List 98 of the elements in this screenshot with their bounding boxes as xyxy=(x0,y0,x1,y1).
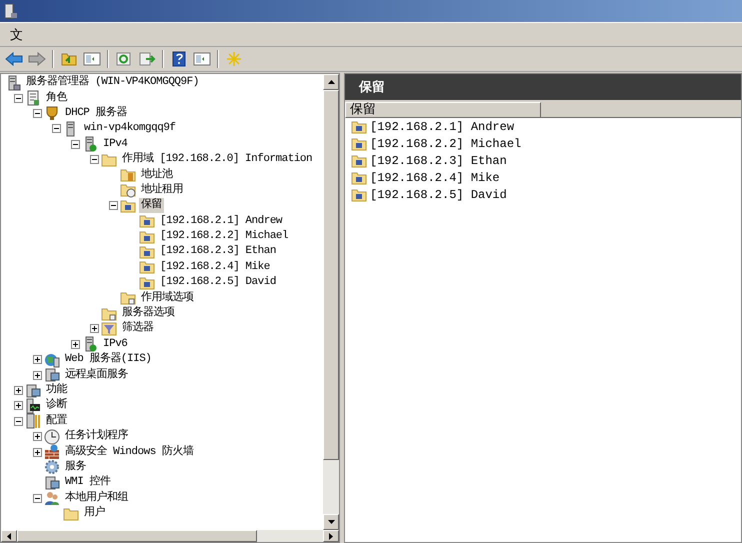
collapse-toggle[interactable] xyxy=(33,108,42,118)
menu-item[interactable]: 文 xyxy=(6,26,27,44)
tree-item[interactable]: [192.168.2.4] Mike xyxy=(158,260,272,275)
tree-item[interactable]: 服务器管理器 (WIN-VP4KOMGQQ9F) xyxy=(24,75,201,90)
collapse-toggle[interactable] xyxy=(109,201,118,210)
gear-icon xyxy=(44,459,60,476)
folder-icon xyxy=(139,259,155,276)
tree-item[interactable]: 作用域选项 xyxy=(139,290,196,306)
expand-toggle[interactable] xyxy=(14,401,23,410)
tree-item[interactable]: IPv4 xyxy=(101,136,130,152)
tree-item[interactable]: win-vp4komgqq9f xyxy=(82,121,178,136)
tree-item[interactable]: [192.168.2.5] David xyxy=(158,275,278,290)
vertical-scrollbar[interactable] xyxy=(323,74,339,530)
list-item[interactable]: [192.168.2.3] Ethan xyxy=(370,154,507,168)
list-item[interactable]: [192.168.2.4] Mike xyxy=(370,170,500,184)
folder-icon xyxy=(351,170,367,186)
forward-arrow-icon xyxy=(28,51,46,67)
folder-up-icon xyxy=(60,51,78,67)
tree-item[interactable]: 角色 xyxy=(44,90,69,106)
tree-item[interactable]: 高级安全 Windows 防火墙 xyxy=(63,444,196,460)
up-arrow-icon[interactable] xyxy=(328,80,334,84)
expand-toggle[interactable] xyxy=(33,448,42,457)
down-arrow-icon[interactable] xyxy=(328,520,334,524)
collapse-toggle[interactable] xyxy=(33,494,42,503)
globe-icon xyxy=(44,352,60,368)
folder-icon xyxy=(139,244,155,260)
tree-item[interactable]: 功能 xyxy=(44,383,69,398)
list-item[interactable]: [192.168.2.1] Andrew xyxy=(370,120,514,134)
folder-icon xyxy=(139,228,155,245)
pane-title: 保留 xyxy=(359,79,385,96)
right-arrow-icon[interactable] xyxy=(329,532,333,540)
tree-item[interactable]: 保留 xyxy=(139,198,164,214)
expand-toggle[interactable] xyxy=(33,370,42,380)
tree-item[interactable]: DHCP 服务器 xyxy=(63,106,130,121)
back-arrow-icon xyxy=(5,51,23,67)
folder-icon xyxy=(63,506,79,522)
horizontal-scrollbar[interactable] xyxy=(1,530,339,542)
tree-item[interactable]: 地址池 xyxy=(139,168,174,183)
folder-icon xyxy=(351,152,367,168)
tree-item[interactable]: 远程桌面服务 xyxy=(63,368,130,383)
tree-item[interactable]: 服务器选项 xyxy=(120,306,176,322)
expand-toggle[interactable] xyxy=(33,432,42,442)
folder-icon xyxy=(101,152,117,168)
help-icon xyxy=(170,51,188,67)
tree-item[interactable]: 配置 xyxy=(44,414,69,429)
folder-icon xyxy=(120,290,136,306)
folder-icon xyxy=(139,274,155,291)
tree-item[interactable]: 本地用户和组 xyxy=(63,490,130,506)
expand-toggle[interactable] xyxy=(33,355,42,364)
tree-item[interactable]: 用户 xyxy=(82,506,107,522)
computer-icon xyxy=(25,382,41,399)
refresh-icon xyxy=(115,51,133,67)
expand-toggle[interactable] xyxy=(90,324,99,334)
folder-icon xyxy=(139,213,155,230)
collapse-toggle[interactable] xyxy=(14,94,23,103)
list-item[interactable]: [192.168.2.2] Michael xyxy=(370,136,522,150)
tree-item[interactable]: 筛选器 xyxy=(120,321,156,336)
collapse-toggle[interactable] xyxy=(90,155,99,164)
list-item[interactable]: [192.168.2.5] David xyxy=(370,188,507,202)
sparkle-icon xyxy=(225,51,243,67)
collapse-toggle[interactable] xyxy=(71,140,80,149)
folder-icon xyxy=(120,167,136,184)
expand-toggle[interactable] xyxy=(71,340,80,349)
tree-item[interactable]: 地址租用 xyxy=(139,182,185,198)
folder-icon xyxy=(351,118,367,134)
toolbar-button[interactable] xyxy=(3,49,25,69)
server-icon xyxy=(3,3,17,19)
folder-icon xyxy=(351,186,367,202)
export-icon xyxy=(138,51,156,67)
tree-item[interactable]: WMI 控件 xyxy=(63,475,112,490)
tree-item[interactable]: 诊断 xyxy=(44,398,69,414)
left-arrow-icon[interactable] xyxy=(7,532,11,540)
tree-item[interactable]: IPv6 xyxy=(101,336,130,352)
pane-icon xyxy=(83,51,101,67)
tree-item[interactable]: [192.168.2.2] Michael xyxy=(158,229,290,244)
collapse-toggle[interactable] xyxy=(52,124,61,134)
funnel-icon xyxy=(101,320,117,337)
collapse-toggle[interactable] xyxy=(14,416,23,426)
folder-icon xyxy=(101,306,117,322)
folder-icon xyxy=(120,182,136,198)
pane-icon xyxy=(193,51,211,67)
computer-icon xyxy=(44,474,60,491)
computer-icon xyxy=(44,367,60,384)
monitor-icon xyxy=(25,398,41,414)
expand-toggle[interactable] xyxy=(14,386,23,395)
folder-icon xyxy=(120,198,136,214)
tree-item[interactable]: Web 服务器(IIS) xyxy=(63,352,154,368)
clock-icon xyxy=(44,428,60,445)
tree-item[interactable]: 作用域 [192.168.2.0] Information xyxy=(120,152,314,168)
users-icon xyxy=(44,490,60,506)
column-header[interactable]: 保留 xyxy=(345,102,541,118)
tree-item[interactable]: 服务 xyxy=(63,460,88,475)
tree-item[interactable]: [192.168.2.1] Andrew xyxy=(158,214,284,229)
firewall-icon xyxy=(44,444,60,460)
folder-icon xyxy=(351,136,367,152)
trophy-icon xyxy=(44,105,60,122)
tree-item[interactable]: 任务计划程序 xyxy=(63,429,130,444)
tree-item[interactable]: [192.168.2.3] Ethan xyxy=(158,244,278,260)
